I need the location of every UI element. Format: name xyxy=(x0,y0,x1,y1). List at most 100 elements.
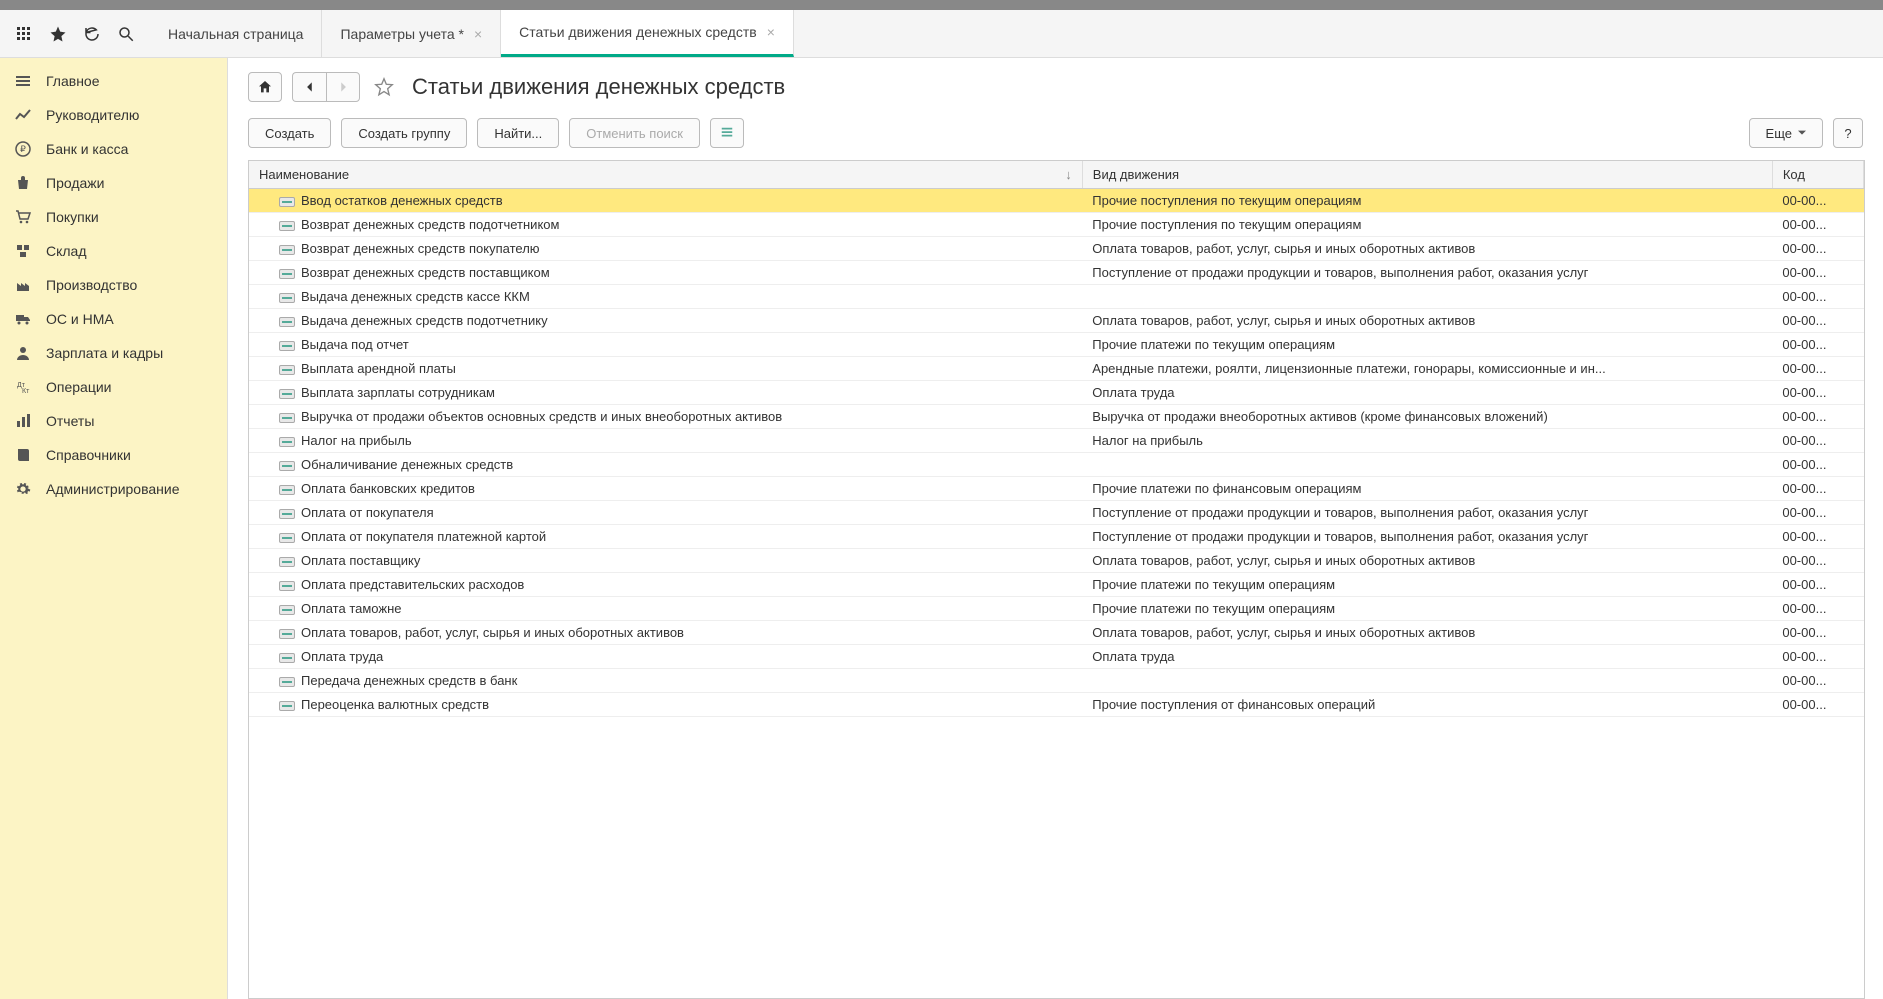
table-row[interactable]: Выплата арендной платыАрендные платежи, … xyxy=(249,357,1864,381)
tab-2[interactable]: Статьи движения денежных средств × xyxy=(501,10,794,57)
cell-name: Передача денежных средств в банк xyxy=(249,669,1082,693)
table-row[interactable]: Налог на прибыльНалог на прибыль00-00... xyxy=(249,429,1864,453)
cell-name: Возврат денежных средств покупателю xyxy=(249,237,1082,261)
sidebar-item-bag[interactable]: Продажи xyxy=(0,166,227,200)
sidebar-item-label: Отчеты xyxy=(46,413,94,429)
table-container: Наименование ↓ Вид движения Код Ввод ост… xyxy=(248,160,1865,999)
favorite-star-icon[interactable] xyxy=(370,73,398,101)
find-button[interactable]: Найти... xyxy=(477,118,559,148)
sidebar-item-label: Склад xyxy=(46,243,87,259)
cell-name: Налог на прибыль xyxy=(249,429,1082,453)
data-table: Наименование ↓ Вид движения Код Ввод ост… xyxy=(249,161,1864,717)
cell-name: Оплата таможне xyxy=(249,597,1082,621)
cell-name: Выручка от продажи объектов основных сре… xyxy=(249,405,1082,429)
cell-code: 00-00... xyxy=(1772,597,1863,621)
close-icon[interactable]: × xyxy=(474,26,482,42)
cell-kind xyxy=(1082,453,1772,477)
create-button[interactable]: Создать xyxy=(248,118,331,148)
cell-code: 00-00... xyxy=(1772,525,1863,549)
cell-code: 00-00... xyxy=(1772,213,1863,237)
column-header-name[interactable]: Наименование ↓ xyxy=(249,161,1082,189)
sidebar-item-person[interactable]: Зарплата и кадры xyxy=(0,336,227,370)
table-row[interactable]: Оплата от покупателя платежной картойПос… xyxy=(249,525,1864,549)
cell-kind: Оплата труда xyxy=(1082,381,1772,405)
table-row[interactable]: Оплата поставщикуОплата товаров, работ, … xyxy=(249,549,1864,573)
sidebar-item-label: Зарплата и кадры xyxy=(46,345,163,361)
forward-button[interactable] xyxy=(326,72,360,102)
cell-code: 00-00... xyxy=(1772,573,1863,597)
column-header-code[interactable]: Код xyxy=(1772,161,1863,189)
trend-icon xyxy=(14,106,32,124)
cell-code: 00-00... xyxy=(1772,261,1863,285)
sidebar-item-truck[interactable]: ОС и НМА xyxy=(0,302,227,336)
sidebar-item-trend[interactable]: Руководителю xyxy=(0,98,227,132)
toolbar: Создать Создать группу Найти... Отменить… xyxy=(228,112,1883,160)
cell-kind: Прочие платежи по финансовым операциям xyxy=(1082,477,1772,501)
tab-bar: Начальная страницаПараметры учета *×Стат… xyxy=(0,10,1883,58)
item-icon xyxy=(279,509,295,519)
cell-name: Выплата арендной платы xyxy=(249,357,1082,381)
sidebar-item-ruble[interactable]: ₽Банк и касса xyxy=(0,132,227,166)
table-row[interactable]: Оплата от покупателяПоступление от прода… xyxy=(249,501,1864,525)
table-row[interactable]: Возврат денежных средств покупателюОплат… xyxy=(249,237,1864,261)
sidebar-item-factory[interactable]: Производство xyxy=(0,268,227,302)
factory-icon xyxy=(14,276,32,294)
table-row[interactable]: Переоценка валютных средствПрочие поступ… xyxy=(249,693,1864,717)
table-row[interactable]: Обналичивание денежных средств00-00... xyxy=(249,453,1864,477)
column-header-kind[interactable]: Вид движения xyxy=(1082,161,1772,189)
cell-name: Оплата поставщику xyxy=(249,549,1082,573)
create-group-button[interactable]: Создать группу xyxy=(341,118,467,148)
home-button[interactable] xyxy=(248,72,282,102)
cell-kind xyxy=(1082,285,1772,309)
cell-code: 00-00... xyxy=(1772,333,1863,357)
table-row[interactable]: Выплата зарплаты сотрудникамОплата труда… xyxy=(249,381,1864,405)
cell-code: 00-00... xyxy=(1772,477,1863,501)
bag-icon xyxy=(14,174,32,192)
cell-kind: Поступление от продажи продукции и товар… xyxy=(1082,261,1772,285)
sidebar-item-label: ОС и НМА xyxy=(46,311,114,327)
sidebar-item-ops[interactable]: ДтКтОперации xyxy=(0,370,227,404)
sidebar-item-stack[interactable]: Склад xyxy=(0,234,227,268)
tab-label: Статьи движения денежных средств xyxy=(519,24,757,40)
table-row[interactable]: Передача денежных средств в банк00-00... xyxy=(249,669,1864,693)
table-row[interactable]: Возврат денежных средств подотчетникомПр… xyxy=(249,213,1864,237)
sidebar-item-cart[interactable]: Покупки xyxy=(0,200,227,234)
tab-1[interactable]: Параметры учета *× xyxy=(322,10,501,57)
sidebar-item-menu[interactable]: Главное xyxy=(0,64,227,98)
list-mode-button[interactable] xyxy=(710,118,744,148)
table-row[interactable]: Выдача денежных средств подотчетникуОпла… xyxy=(249,309,1864,333)
table-row[interactable]: Оплата представительских расходовПрочие … xyxy=(249,573,1864,597)
table-row[interactable]: Ввод остатков денежных средствПрочие пос… xyxy=(249,189,1864,213)
sidebar-item-bars[interactable]: Отчеты xyxy=(0,404,227,438)
back-button[interactable] xyxy=(292,72,326,102)
content-area: Статьи движения денежных средств Создать… xyxy=(228,58,1883,999)
table-row[interactable]: Выдача под отчетПрочие платежи по текущи… xyxy=(249,333,1864,357)
table-row[interactable]: Оплата товаров, работ, услуг, сырья и ин… xyxy=(249,621,1864,645)
history-icon[interactable] xyxy=(76,18,108,50)
cell-kind xyxy=(1082,669,1772,693)
apps-icon[interactable] xyxy=(8,18,40,50)
help-button[interactable]: ? xyxy=(1833,118,1863,148)
table-row[interactable]: Оплата трудаОплата труда00-00... xyxy=(249,645,1864,669)
more-button[interactable]: Еще xyxy=(1749,118,1823,148)
sidebar-item-book[interactable]: Справочники xyxy=(0,438,227,472)
table-row[interactable]: Оплата банковских кредитовПрочие платежи… xyxy=(249,477,1864,501)
close-icon[interactable]: × xyxy=(767,24,775,40)
table-row[interactable]: Выдача денежных средств кассе ККМ00-00..… xyxy=(249,285,1864,309)
search-icon[interactable] xyxy=(110,18,142,50)
cell-name: Обналичивание денежных средств xyxy=(249,453,1082,477)
item-icon xyxy=(279,461,295,471)
person-icon xyxy=(14,344,32,362)
table-row[interactable]: Выручка от продажи объектов основных сре… xyxy=(249,405,1864,429)
table-row[interactable]: Оплата таможнеПрочие платежи по текущим … xyxy=(249,597,1864,621)
star-icon[interactable] xyxy=(42,18,74,50)
sidebar-item-gear[interactable]: Администрирование xyxy=(0,472,227,506)
item-icon xyxy=(279,653,295,663)
sidebar-item-label: Администрирование xyxy=(46,481,180,497)
item-icon xyxy=(279,581,295,591)
cell-code: 00-00... xyxy=(1772,501,1863,525)
table-row[interactable]: Возврат денежных средств поставщикомПост… xyxy=(249,261,1864,285)
cancel-search-button[interactable]: Отменить поиск xyxy=(569,118,700,148)
cell-code: 00-00... xyxy=(1772,429,1863,453)
tab-0[interactable]: Начальная страница xyxy=(150,10,322,57)
